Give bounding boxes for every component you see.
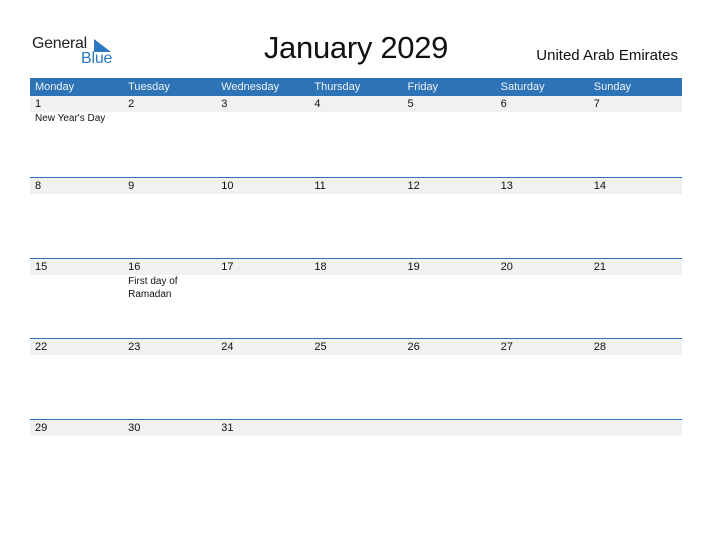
events-row: New Year's Day bbox=[30, 112, 682, 125]
holiday-event bbox=[496, 112, 589, 125]
day-number: 2 bbox=[128, 98, 135, 110]
holiday-event bbox=[216, 275, 309, 301]
day-number: 30 bbox=[128, 421, 141, 434]
holiday-event bbox=[216, 112, 309, 125]
day-number bbox=[403, 420, 496, 436]
day-number: 5 bbox=[407, 98, 414, 110]
weekday-thursday: Thursday bbox=[314, 81, 361, 93]
holiday-event bbox=[309, 275, 402, 301]
day-number: 22 bbox=[35, 341, 48, 353]
holiday-event bbox=[403, 275, 496, 301]
holiday-event bbox=[309, 112, 402, 125]
weekday-header: Monday Tuesday Wednesday Thursday Friday… bbox=[30, 78, 682, 96]
day-number: 31 bbox=[221, 421, 234, 434]
week-row: 8 9 10 11 12 13 14 bbox=[30, 177, 682, 258]
day-number bbox=[589, 420, 682, 436]
day-number: 13 bbox=[500, 180, 513, 192]
day-number bbox=[309, 420, 402, 436]
day-number: 23 bbox=[128, 341, 141, 353]
weekday-friday: Friday bbox=[407, 81, 439, 93]
country-label: United Arab Emirates bbox=[536, 47, 678, 64]
holiday-event bbox=[403, 112, 496, 125]
holiday-event bbox=[589, 275, 682, 301]
day-number: 3 bbox=[221, 98, 228, 110]
events-row: First day of Ramadan bbox=[30, 275, 682, 301]
day-number: 1 bbox=[35, 98, 42, 110]
day-number: 25 bbox=[314, 341, 327, 353]
date-strip: 8 9 10 11 12 13 14 bbox=[30, 178, 682, 194]
week-row: 22 23 24 25 26 27 28 bbox=[30, 338, 682, 419]
holiday-event: First day of Ramadan bbox=[128, 275, 178, 300]
day-number: 29 bbox=[35, 421, 48, 434]
holiday-event: New Year's Day bbox=[35, 113, 106, 124]
day-number: 8 bbox=[35, 180, 42, 192]
day-number: 26 bbox=[407, 341, 420, 353]
day-number: 27 bbox=[500, 341, 513, 353]
weekday-saturday: Saturday bbox=[500, 81, 545, 93]
day-number: 14 bbox=[593, 180, 606, 192]
day-number: 20 bbox=[500, 260, 513, 273]
day-number: 4 bbox=[314, 98, 321, 110]
day-number: 18 bbox=[314, 260, 327, 273]
day-number bbox=[496, 420, 589, 436]
week-row: 29 30 31 bbox=[30, 418, 682, 500]
date-strip: 15 16 17 18 19 20 21 bbox=[30, 258, 682, 275]
day-number: 12 bbox=[407, 180, 420, 192]
week-row: 15 16 17 18 19 20 21 First day of Ramadan bbox=[30, 257, 682, 339]
holiday-event bbox=[30, 275, 123, 301]
date-strip: 22 23 24 25 26 27 28 bbox=[30, 339, 682, 355]
day-number: 16 bbox=[128, 260, 141, 273]
day-number: 9 bbox=[128, 180, 135, 192]
day-number: 10 bbox=[221, 180, 234, 192]
day-number: 15 bbox=[35, 260, 48, 273]
holiday-event bbox=[496, 275, 589, 301]
holiday-event bbox=[589, 112, 682, 125]
calendar-grid: Monday Tuesday Wednesday Thursday Friday… bbox=[30, 78, 682, 499]
week-row: 1 2 3 4 5 6 7 New Year's Day bbox=[30, 96, 682, 177]
weekday-monday: Monday bbox=[35, 81, 75, 93]
day-number: 17 bbox=[221, 260, 234, 273]
day-number: 11 bbox=[314, 180, 326, 192]
holiday-event bbox=[123, 112, 216, 125]
day-number: 19 bbox=[407, 260, 420, 273]
weekday-tuesday: Tuesday bbox=[128, 81, 170, 93]
day-number: 24 bbox=[221, 341, 234, 353]
date-strip: 29 30 31 bbox=[30, 419, 682, 436]
weekday-wednesday: Wednesday bbox=[221, 81, 280, 93]
weekday-sunday: Sunday bbox=[593, 81, 632, 93]
day-number: 7 bbox=[593, 98, 600, 110]
date-strip: 1 2 3 4 5 6 7 bbox=[30, 96, 682, 112]
day-number: 21 bbox=[593, 260, 606, 273]
day-number: 28 bbox=[593, 341, 606, 353]
day-number: 6 bbox=[500, 98, 507, 110]
